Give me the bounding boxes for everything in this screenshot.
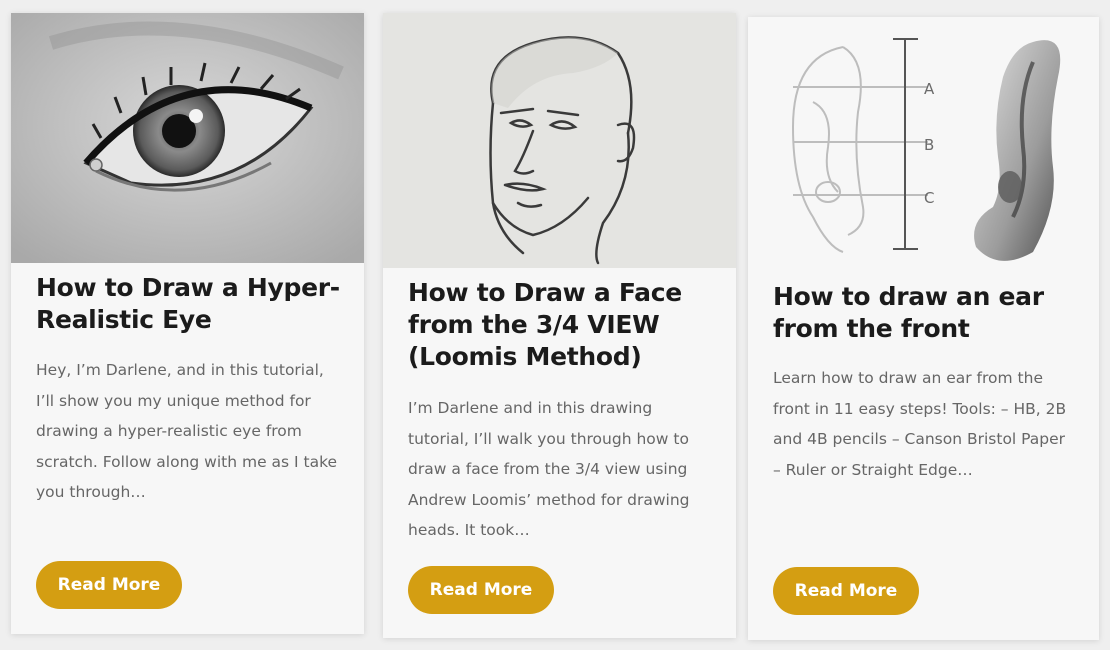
post-excerpt: I’m Darlene and in this drawing tutorial…: [408, 399, 690, 539]
diagram-label-c: C: [924, 189, 934, 207]
read-more-button[interactable]: Read More: [408, 566, 554, 614]
ear-drawing-image: A B C: [748, 17, 1099, 272]
post-title[interactable]: How to Draw a Face from the 3/4 VIEW (Lo…: [408, 277, 716, 373]
read-more-button[interactable]: Read More: [773, 567, 919, 615]
post-thumbnail-ear[interactable]: A B C: [748, 17, 1099, 272]
post-excerpt: Hey, I’m Darlene, and in this tutorial, …: [36, 361, 338, 501]
post-title[interactable]: How to Draw a Hyper-Realistic Eye: [36, 272, 344, 336]
post-thumbnail-eye[interactable]: [11, 13, 364, 263]
read-more-button[interactable]: Read More: [36, 561, 182, 609]
diagram-label-a: A: [924, 80, 935, 98]
post-card: How to Draw a Hyper-Realistic Eye Hey, I…: [11, 13, 364, 634]
post-card: How to Draw a Face from the 3/4 VIEW (Lo…: [383, 13, 736, 638]
face-drawing-image: [383, 13, 736, 268]
post-title[interactable]: How to draw an ear from the front: [773, 281, 1079, 345]
post-thumbnail-face[interactable]: [383, 13, 736, 268]
eye-drawing-image: [11, 13, 364, 263]
diagram-label-b: B: [924, 136, 934, 154]
post-card: A B C How to draw an ear from the front …: [748, 17, 1099, 640]
post-excerpt: Learn how to draw an ear from the front …: [773, 369, 1067, 479]
